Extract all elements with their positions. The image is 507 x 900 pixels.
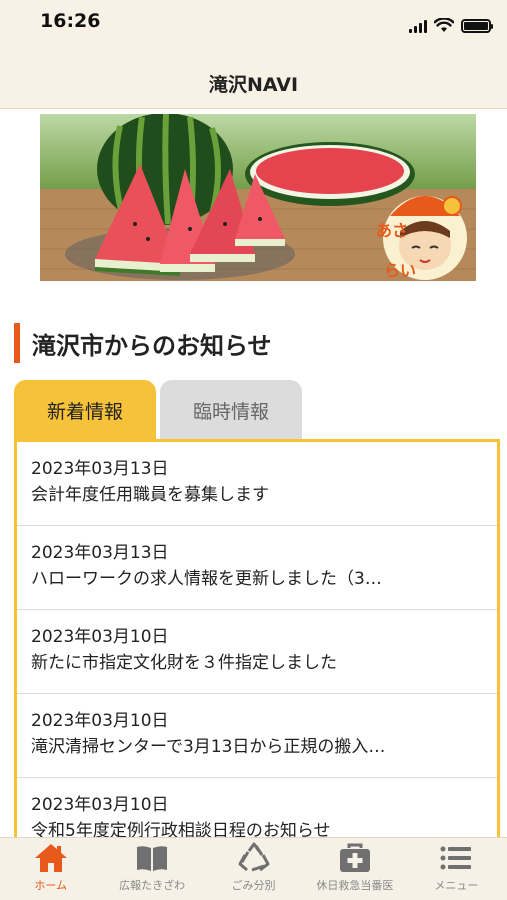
status-time: 16:26 [40,10,101,32]
news-title: 滝沢清掃センターで3月13日から正規の搬入… [31,737,386,757]
news-list: 2023年03月13日 会計年度任用職員を募集します 2023年03月13日 ハ… [14,439,500,839]
tab-menu[interactable]: メニュー [406,838,507,900]
status-bar: 16:26 [0,0,507,44]
section-accent-bar [14,323,20,363]
signal-icon [409,20,427,33]
tab-newsletter[interactable]: 広報たきざわ [101,838,202,900]
section-heading: 滝沢市からのお知らせ [14,323,272,363]
svg-text:らい: らい [384,261,416,280]
status-icons [409,18,493,33]
news-tabs: 新着情報 臨時情報 [14,380,302,440]
news-date: 2023年03月10日 [31,627,169,647]
news-title: 令和5年度定例行政相談日程のお知らせ [31,821,331,839]
banner-image[interactable]: あさ らい [40,114,476,281]
tab-newsletter-label: 広報たきざわ [119,879,186,892]
news-date: 2023年03月13日 [31,459,169,479]
section-title: 滝沢市からのお知らせ [32,331,272,360]
news-title: 会計年度任用職員を募集します [31,485,269,505]
home-icon [34,844,67,872]
tab-temporary-info[interactable]: 臨時情報 [160,380,302,440]
menu-icon [440,846,472,870]
news-date: 2023年03月10日 [31,795,169,815]
tab-holiday-doctor[interactable]: 休日救急当番医 [304,838,405,900]
tab-home[interactable]: ホーム [0,838,101,900]
tab-holiday-doctor-label: 休日救急当番医 [316,879,394,892]
news-item[interactable]: 2023年03月13日 ハローワークの求人情報を更新しました（3… [17,526,497,610]
bottom-tab-bar: ホーム 広報たきざわ ごみ分別 休日救急当番医 メニュー [0,837,507,900]
tab-menu-label: メニュー [434,879,479,892]
battery-icon [461,19,493,33]
tab-home-label: ホーム [34,879,68,892]
news-item[interactable]: 2023年03月10日 滝沢清掃センターで3月13日から正規の搬入… [17,694,497,778]
recycle-icon [238,842,270,872]
page-title: 滝沢NAVI [208,74,299,96]
medical-kit-icon [339,843,370,872]
wifi-icon [434,18,454,32]
tab-new-info[interactable]: 新着情報 [14,380,156,440]
tab-garbage-sorting[interactable]: ごみ分別 [203,838,304,900]
news-date: 2023年03月10日 [31,711,169,731]
news-title: ハローワークの求人情報を更新しました（3… [31,569,382,589]
news-item[interactable]: 2023年03月10日 新たに市指定文化財を３件指定しました [17,610,497,694]
news-date: 2023年03月13日 [31,543,169,563]
tab-garbage-label: ごみ分別 [231,879,276,892]
book-icon [137,846,168,871]
news-item[interactable]: 2023年03月10日 令和5年度定例行政相談日程のお知らせ [17,778,497,839]
news-item[interactable]: 2023年03月13日 会計年度任用職員を募集します [17,442,497,526]
top-bar: 16:26 滝沢NAVI [0,0,507,109]
news-title: 新たに市指定文化財を３件指定しました [31,653,337,673]
character-logo-text: あさ [376,221,408,240]
app-screen: 16:26 滝沢NAVI あさ らい 滝沢市からのお知らせ 新着情報 臨時情報 … [0,0,507,900]
